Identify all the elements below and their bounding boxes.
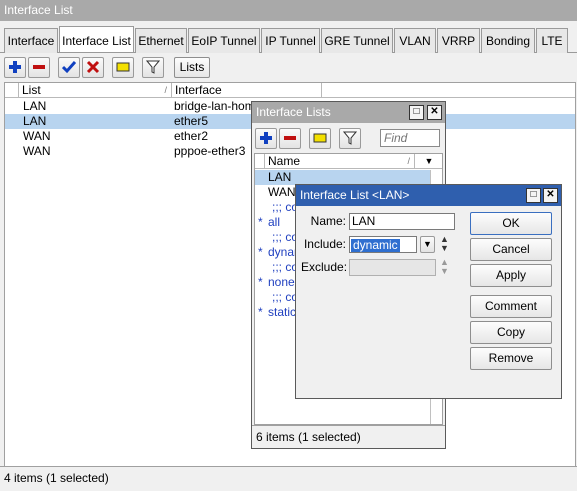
tab-ethernet[interactable]: Ethernet [135,28,187,53]
column-header-interface-label: Interface [175,83,222,97]
maximize-button[interactable]: □ [409,105,424,120]
row-interface: bridge-lan-home [174,99,262,113]
tab-lte[interactable]: LTE [536,28,568,53]
tab-bonding[interactable]: Bonding [481,28,535,53]
column-dropdown[interactable]: ▼ [415,154,442,169]
interface-list-dialog: Interface List <LAN> □ ✕ Name: LAN Inclu… [295,184,562,399]
list-item-flag: * [258,305,263,319]
remove-text-button[interactable]: Remove [470,347,552,370]
disable-button[interactable] [82,57,104,78]
list-item-flag: * [258,215,263,229]
tab-vrrp[interactable]: VRRP [437,28,480,53]
tab-ip-tunnel[interactable]: IP Tunnel [261,28,320,53]
list-item[interactable]: none [265,275,295,290]
column-header-interface[interactable]: Interface [172,83,322,98]
copy-button[interactable]: Copy [470,321,552,344]
list-item-comment: ;;; co [272,200,299,214]
exclude-label: Exclude: [301,260,348,274]
tab-interface[interactable]: Interface [4,28,58,53]
exclude-field[interactable] [349,259,436,276]
list-item[interactable]: LAN [265,170,291,185]
add-button[interactable] [255,128,277,149]
row-list: WAN [23,129,51,143]
include-field[interactable]: dynamic [349,236,417,253]
column-header-list[interactable]: List / [19,83,172,98]
include-updown-icon[interactable]: ▲ ▼ [440,235,449,253]
apply-button[interactable]: Apply [470,264,552,287]
include-value: dynamic [351,238,400,252]
minus-icon [33,65,45,69]
tab-interface-list[interactable]: Interface List [59,26,134,52]
dialog-title: Interface List <LAN> [296,185,561,206]
close-button[interactable]: ✕ [427,105,442,120]
filter-icon [146,60,160,74]
filter-button[interactable] [339,128,361,149]
plus-icon [260,132,272,144]
list-item[interactable]: static [265,305,296,320]
check-icon [62,61,76,74]
tab-bar: Interface Interface List Ethernet EoIP T… [0,26,577,53]
name-label: Name: [310,214,346,228]
list-item-comment: ;;; co [272,230,299,244]
name-field[interactable]: LAN [349,213,455,230]
comment-text-button[interactable]: Comment [470,295,552,318]
enable-button[interactable] [58,57,80,78]
sort-indicator-icon: / [164,85,167,95]
tab-gre-tunnel[interactable]: GRE Tunnel [321,28,393,53]
list-item-comment: ;;; co [272,290,299,304]
exclude-updown-icon[interactable]: ▲ ▼ [440,258,449,276]
note-icon [116,62,130,72]
filter-icon [343,131,357,145]
remove-button[interactable] [28,57,50,78]
sort-indicator-icon: / [407,156,410,166]
column-header-marker [255,154,265,169]
column-header-filler [322,83,575,98]
row-list: LAN [23,114,47,128]
row-interface: ether5 [174,114,209,128]
comment-button[interactable] [112,57,134,78]
column-header-name-label: Name [268,154,301,168]
lists-button[interactable]: Lists [174,57,210,78]
note-icon [313,133,327,143]
maximize-button[interactable]: □ [526,188,541,203]
row-interface: pppoe-ether3 [174,144,246,158]
list-item-comment: ;;; co [272,260,299,274]
cross-icon [86,60,100,74]
main-window-title: Interface List [0,0,577,21]
row-list: WAN [23,144,51,158]
tab-vlan[interactable]: VLAN [394,28,436,53]
filter-button[interactable] [142,57,164,78]
tab-eoip-tunnel[interactable]: EoIP Tunnel [188,28,260,53]
add-button[interactable] [4,57,26,78]
close-button[interactable]: ✕ [543,188,558,203]
ok-button[interactable]: OK [470,212,552,235]
comment-button[interactable] [309,128,331,149]
list-item-flag: * [258,275,263,289]
list-item[interactable]: WAN [265,185,296,200]
row-list: LAN [23,99,47,113]
find-input[interactable] [380,129,440,147]
include-dropdown-button[interactable]: ▼ [420,236,435,253]
main-status-bar: 4 items (1 selected) [0,466,577,488]
column-header-marker [5,83,19,98]
list-item-flag: * [258,245,263,259]
column-header-list-label: List [22,83,41,97]
minus-icon [284,136,296,140]
remove-button[interactable] [279,128,301,149]
row-interface: ether2 [174,129,209,143]
column-header-name[interactable]: Name / [265,154,415,169]
plus-icon [9,61,21,73]
lists-status-bar: 6 items (1 selected) [252,425,445,447]
list-item[interactable]: all [265,215,280,230]
cancel-button[interactable]: Cancel [470,238,552,261]
include-label: Include: [303,237,346,251]
